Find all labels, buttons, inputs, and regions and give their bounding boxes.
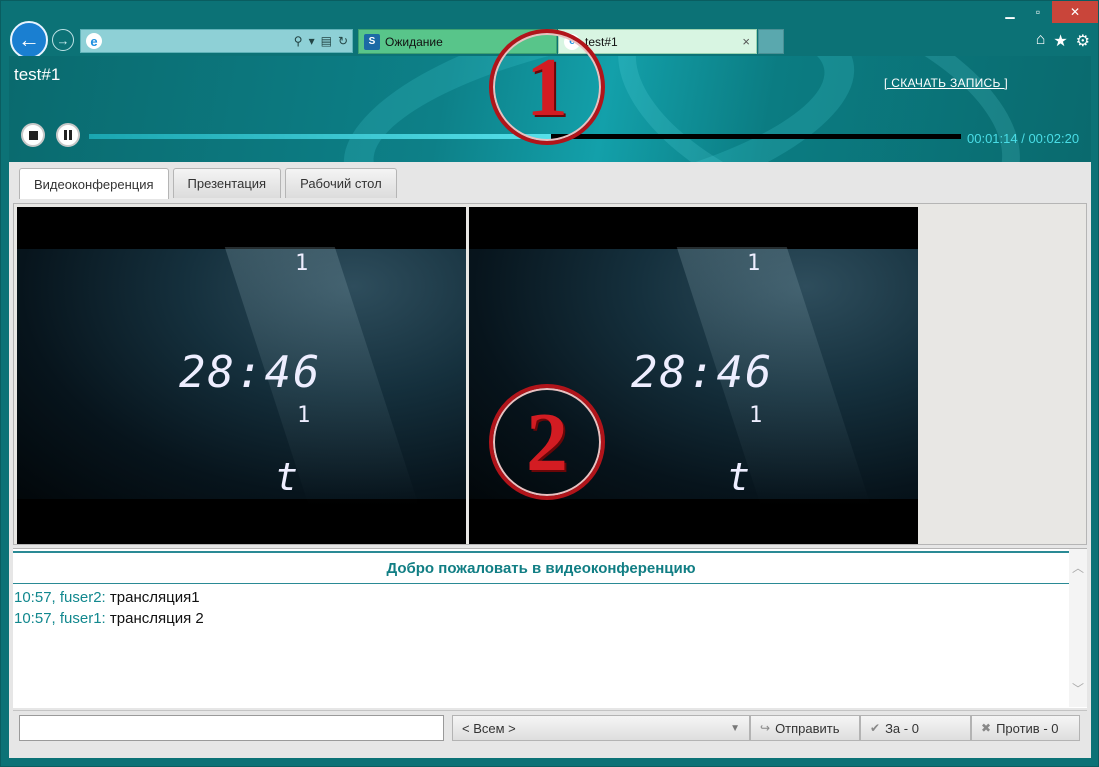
arrow-right-icon: → [56,32,70,48]
new-tab-button[interactable] [758,29,784,54]
annotation-marker-1: 1 [489,29,605,145]
window-controls: ▁ ▫ ✕ [996,1,1098,23]
chat-messages: 10:57, fuser2: трансляция1 10:57, fuser1… [14,587,204,629]
tab-presentation[interactable]: Презентация [172,168,282,198]
arrow-left-icon: ← [18,27,40,52]
playback-time: 00:01:14 / 00:02:20 [967,131,1080,146]
ie-icon: e [86,33,102,49]
send-icon: ↪ [760,721,771,735]
recording-title: test#1 [14,65,61,84]
download-recording-link[interactable]: [ СКАЧАТЬ ЗАПИСЬ ] [884,76,1008,90]
vote-for-button[interactable]: ✔ За - 0 [860,715,971,741]
chevron-down-icon: ▼ [730,722,740,734]
chat-message: 10:57, fuser1: трансляция 2 [14,608,204,629]
compat-view-icon[interactable]: ▤ [321,34,332,48]
video-digit: t [727,455,750,499]
cross-icon: ✖ [981,721,992,735]
chat-welcome-heading: Добро пожаловать в видеоконференцию [13,551,1069,584]
close-tab-icon[interactable]: × [742,34,750,49]
forward-button[interactable]: → [52,29,74,51]
vote-against-label: Против - 0 [996,720,1059,736]
message-text: трансляция 2 [109,610,204,627]
address-tools: ⚲ ▾ ▤ ↻ [294,34,352,48]
video-clock: 28:46 [631,347,774,398]
pause-icon [64,130,67,140]
stop-icon [28,130,38,140]
dropdown-icon[interactable]: ▾ [309,34,315,48]
back-button[interactable]: ← [10,21,48,59]
progress-fill [89,134,552,139]
home-icon[interactable]: ⌂ [1036,31,1046,51]
message-text: трансляция1 [109,589,200,606]
chat-scrollbar[interactable]: ︿ ﹀ [1069,549,1087,707]
message-meta: 10:57, fuser1: [14,610,106,627]
maximize-icon[interactable]: ▫ [1024,1,1052,23]
browser-window: ▁ ▫ ✕ ← → e ⚲ ▾ ▤ ↻ S Ожидание e test#1 … [0,0,1099,767]
vote-for-label: За - 0 [885,720,919,736]
video-digit: 1 [297,403,311,428]
minimize-icon[interactable]: ▁ [996,1,1024,23]
chat-message: 10:57, fuser2: трансляция1 [14,587,204,608]
tab-desktop[interactable]: Рабочий стол [285,168,397,198]
stop-button[interactable] [21,123,45,147]
tab-label: Ожидание [385,34,443,49]
gear-icon[interactable]: ⚙ [1076,31,1090,51]
search-icon[interactable]: ⚲ [294,34,303,48]
refresh-icon[interactable]: ↻ [338,34,348,48]
video-digit: 1 [747,251,761,276]
chat-controls: < Всем > ▼ ↪ Отправить ✔ За - 0 ✖ Против… [13,710,1087,748]
pause-button[interactable] [56,123,80,147]
video-digit: 1 [749,403,763,428]
video-digit: 1 [295,251,309,276]
address-bar[interactable]: e ⚲ ▾ ▤ ↻ [80,29,353,53]
content-tabs: Видеоконференция Презентация Рабочий сто… [19,168,397,199]
send-button[interactable]: ↪ Отправить [750,715,860,741]
recipient-select[interactable]: < Всем > ▼ [452,715,750,741]
chat-message-input[interactable] [19,715,444,741]
message-meta: 10:57, fuser2: [14,589,106,606]
tab-videoconference[interactable]: Видеоконференция [19,168,169,199]
close-window-icon[interactable]: ✕ [1052,1,1098,23]
check-icon: ✔ [870,721,881,735]
scroll-down-icon[interactable]: ﹀ [1072,680,1084,697]
annotation-marker-2: 2 [489,384,605,500]
chat-panel: Добро пожаловать в видеоконференцию 10:5… [13,548,1087,708]
video-stream-1[interactable]: 1 28:46 1 t [17,207,466,544]
tab-label: test#1 [585,34,618,49]
scroll-up-icon[interactable]: ︿ [1072,559,1084,576]
send-label: Отправить [775,720,840,736]
recipient-value: < Всем > [462,720,516,736]
sharepoint-icon: S [364,33,380,50]
star-icon[interactable]: ★ [1053,31,1067,51]
video-digit: t [275,455,298,499]
vote-against-button[interactable]: ✖ Против - 0 [971,715,1080,741]
browser-toolbar-icons: ⌂ ★ ⚙ [1036,31,1090,51]
video-clock: 28:46 [179,347,322,398]
